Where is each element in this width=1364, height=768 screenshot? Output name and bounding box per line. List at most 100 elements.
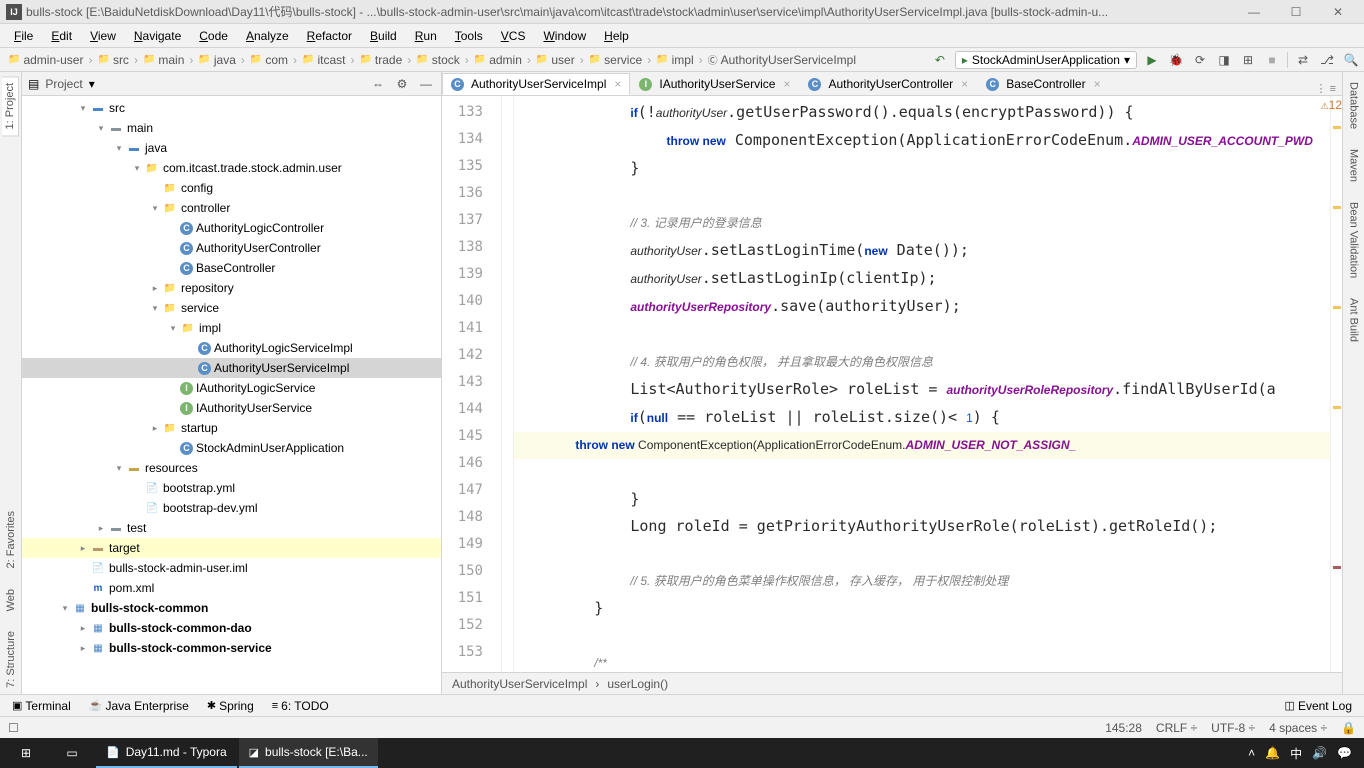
tool-favorites[interactable]: 2: Favorites: [3, 505, 19, 574]
breadcrumb-item[interactable]: 📁src: [93, 53, 132, 67]
tree-node[interactable]: ▾📁controller: [22, 198, 441, 218]
tool-maven[interactable]: Maven: [1346, 143, 1362, 188]
breadcrumb-item[interactable]: 📁stock: [412, 53, 463, 67]
close-icon[interactable]: ×: [1094, 77, 1101, 91]
tree-node[interactable]: ▸▦bulls-stock-common-dao: [22, 618, 441, 638]
breadcrumb-item[interactable]: 📁com: [246, 53, 292, 67]
fold-gutter[interactable]: [502, 96, 514, 672]
tool-terminal[interactable]: ▣ Terminal: [4, 697, 79, 715]
tree-node[interactable]: 📄bootstrap-dev.yml: [22, 498, 441, 518]
run-button[interactable]: ▶: [1143, 51, 1161, 69]
run-coverage-icon[interactable]: ⟳: [1191, 51, 1209, 69]
menu-view[interactable]: View: [82, 27, 124, 45]
tree-node[interactable]: CBaseController: [22, 258, 441, 278]
project-tree[interactable]: ▾▬src▾▬main▾▬java▾📁com.itcast.trade.stoc…: [22, 96, 441, 694]
tree-node[interactable]: IIAuthorityUserService: [22, 398, 441, 418]
breadcrumb-item[interactable]: 📁impl: [652, 53, 697, 67]
menu-file[interactable]: File: [6, 27, 41, 45]
close-icon[interactable]: ×: [961, 77, 968, 91]
close-button[interactable]: ✕: [1318, 2, 1358, 22]
breadcrumb-item[interactable]: 📁service: [585, 53, 646, 67]
tree-node[interactable]: ▸▬target: [22, 538, 441, 558]
tree-node[interactable]: CAuthorityUserServiceImpl: [22, 358, 441, 378]
tool-java-enterprise[interactable]: ☕ Java Enterprise: [81, 697, 197, 715]
collapse-icon[interactable]: ⇔: [369, 75, 387, 93]
tree-node[interactable]: ▾▬resources: [22, 458, 441, 478]
menu-code[interactable]: Code: [191, 27, 236, 45]
tree-node[interactable]: CStockAdminUserApplication: [22, 438, 441, 458]
gear-icon[interactable]: ⚙: [393, 75, 411, 93]
task-view-button[interactable]: ▭: [50, 738, 94, 768]
debug-button[interactable]: 🐞: [1167, 51, 1185, 69]
tree-node[interactable]: CAuthorityLogicServiceImpl: [22, 338, 441, 358]
vcs-icon[interactable]: ⎇: [1318, 51, 1336, 69]
tree-node[interactable]: ▾▦bulls-stock-common: [22, 598, 441, 618]
tool-structure[interactable]: 7: Structure: [3, 625, 19, 694]
breadcrumb-item[interactable]: ⒸAuthorityUserServiceImpl: [704, 52, 860, 67]
start-button[interactable]: ⊞: [4, 738, 48, 768]
tree-node[interactable]: CAuthorityLogicController: [22, 218, 441, 238]
tree-node[interactable]: 📄bulls-stock-admin-user.iml: [22, 558, 441, 578]
breadcrumb-item[interactable]: 📁admin: [470, 53, 526, 67]
tool-todo[interactable]: ≡ 6: TODO: [264, 697, 337, 715]
menu-analyze[interactable]: Analyze: [238, 27, 297, 45]
menu-tools[interactable]: Tools: [447, 27, 491, 45]
taskbar-app-typora[interactable]: 📄 Day11.md - Typora: [96, 738, 237, 768]
tree-node[interactable]: ▾📁service: [22, 298, 441, 318]
attach-icon[interactable]: ⊞: [1239, 51, 1257, 69]
tree-node[interactable]: ▾📁com.itcast.trade.stock.admin.user: [22, 158, 441, 178]
maximize-button[interactable]: ☐: [1276, 2, 1316, 22]
tool-web[interactable]: Web: [3, 583, 19, 617]
tool-spring[interactable]: ✱ Spring: [199, 697, 262, 715]
line-ending[interactable]: CRLF ÷: [1156, 721, 1197, 735]
cursor-position[interactable]: 145:28: [1105, 721, 1142, 735]
breadcrumb-item[interactable]: 📁trade: [355, 53, 406, 67]
tree-node[interactable]: ▾▬src: [22, 98, 441, 118]
editor-tab[interactable]: IIAuthorityUserService×: [630, 73, 799, 95]
menu-help[interactable]: Help: [596, 27, 637, 45]
error-stripe[interactable]: ⚠12: [1330, 96, 1342, 672]
status-icon[interactable]: ☐: [8, 721, 19, 735]
editor-tab[interactable]: CAuthorityUserServiceImpl×: [442, 73, 630, 95]
menu-window[interactable]: Window: [535, 27, 594, 45]
tree-node[interactable]: mpom.xml: [22, 578, 441, 598]
breadcrumb-method[interactable]: userLogin(): [607, 677, 668, 691]
minimize-button[interactable]: —: [1234, 2, 1274, 22]
tray-action-center-icon[interactable]: 💬: [1337, 746, 1352, 760]
problems-badge[interactable]: ⚠12: [1321, 98, 1342, 112]
menu-navigate[interactable]: Navigate: [126, 27, 189, 45]
tree-node[interactable]: ▾▬java: [22, 138, 441, 158]
breadcrumb-item[interactable]: 📁admin-user: [4, 53, 87, 67]
stop-button[interactable]: ■: [1263, 51, 1281, 69]
nav-back-icon[interactable]: ↶: [931, 51, 949, 69]
tool-project[interactable]: 1: Project: [2, 76, 19, 136]
breadcrumb-item[interactable]: 📁itcast: [298, 53, 349, 67]
tree-node[interactable]: ▾▬main: [22, 118, 441, 138]
tree-node[interactable]: ▸▬test: [22, 518, 441, 538]
tree-node[interactable]: 📄bootstrap.yml: [22, 478, 441, 498]
tree-node[interactable]: CAuthorityUserController: [22, 238, 441, 258]
close-icon[interactable]: ×: [614, 77, 621, 91]
chevron-down-icon[interactable]: ▾: [89, 77, 95, 91]
close-icon[interactable]: ×: [783, 77, 790, 91]
editor-tab[interactable]: CBaseController×: [977, 73, 1109, 95]
tree-node[interactable]: ▸▦bulls-stock-common-service: [22, 638, 441, 658]
tabs-more-icon[interactable]: ⋮ ≡: [1310, 82, 1342, 95]
breadcrumb-item[interactable]: 📁user: [532, 53, 579, 67]
tree-node[interactable]: ▸📁startup: [22, 418, 441, 438]
code-editor[interactable]: if(!authorityUser.getUserPassword().equa…: [514, 96, 1330, 672]
tree-node[interactable]: ▾📁impl: [22, 318, 441, 338]
breadcrumb-item[interactable]: 📁main: [139, 53, 188, 67]
menu-vcs[interactable]: VCS: [493, 27, 534, 45]
file-encoding[interactable]: UTF-8 ÷: [1211, 721, 1255, 735]
event-log-button[interactable]: ◫ Event Log: [1277, 697, 1360, 715]
menu-refactor[interactable]: Refactor: [299, 27, 360, 45]
tray-chevron-icon[interactable]: ˄: [1248, 746, 1255, 760]
search-icon[interactable]: 🔍: [1342, 51, 1360, 69]
tray-volume-icon[interactable]: 🔊: [1312, 746, 1327, 760]
breadcrumb-item[interactable]: 📁java: [194, 53, 239, 67]
breadcrumb-class[interactable]: AuthorityUserServiceImpl: [452, 677, 587, 691]
tray-ime-icon[interactable]: 中: [1290, 745, 1302, 762]
tree-node[interactable]: IIAuthorityLogicService: [22, 378, 441, 398]
tray-notification-icon[interactable]: 🔔: [1265, 746, 1280, 760]
